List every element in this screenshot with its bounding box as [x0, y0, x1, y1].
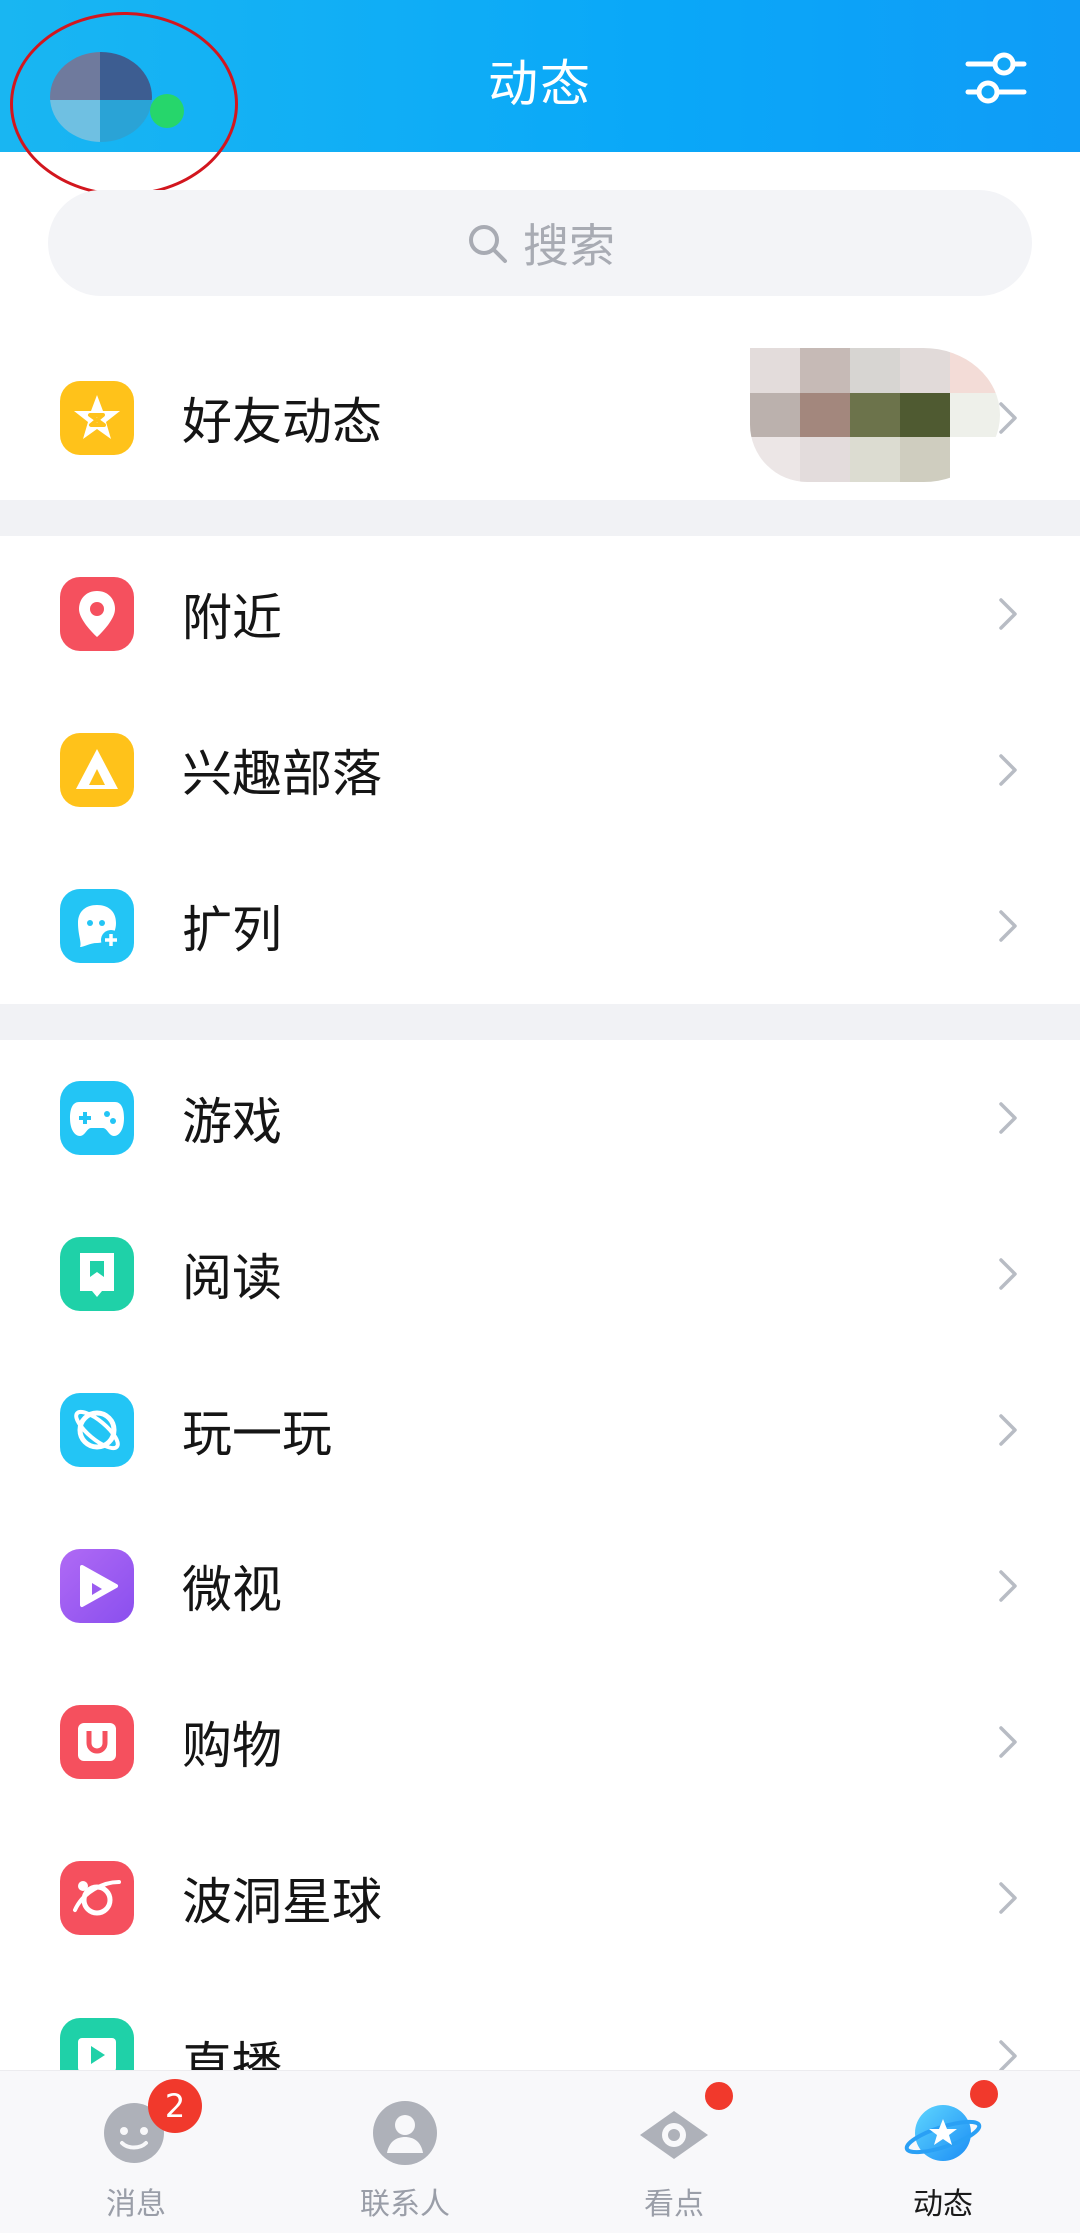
- chevron-right-icon: [999, 910, 1017, 942]
- gamepad-icon: [60, 1081, 134, 1155]
- menu-item-label: 兴趣部落: [182, 745, 382, 803]
- chevron-right-icon: [999, 754, 1017, 786]
- chevron-right-icon: [999, 1882, 1017, 1914]
- new-content-dot: [967, 2077, 1001, 2111]
- menu-item-bodong-planet[interactable]: 波洞星球: [0, 1820, 1080, 1976]
- tent-icon: [60, 733, 134, 807]
- menu-item-label: 好友动态: [182, 393, 382, 451]
- menu-item-expand-friends[interactable]: 扩列: [0, 848, 1080, 1004]
- tab-label: 动态: [913, 2187, 973, 2222]
- menu-item-label: 微视: [182, 1561, 282, 1619]
- qzone-star-icon: [60, 381, 134, 455]
- menu-item-interest-tribe[interactable]: 兴趣部落: [0, 692, 1080, 848]
- menu-item-label: 玩一玩: [182, 1405, 332, 1463]
- unread-badge: 2: [148, 2079, 202, 2133]
- add-friend-face-icon: [60, 889, 134, 963]
- menu-item-play[interactable]: 玩一玩: [0, 1352, 1080, 1508]
- menu-item-label: 扩列: [182, 901, 282, 959]
- tab-messages[interactable]: 2 消息: [56, 2071, 216, 2233]
- tab-contacts[interactable]: 联系人: [325, 2071, 485, 2233]
- chevron-right-icon: [999, 1414, 1017, 1446]
- tab-label: 消息: [106, 2187, 166, 2222]
- sliders-icon: [965, 52, 1027, 104]
- menu-item-label: 游戏: [182, 1093, 282, 1151]
- top-bar: 动态: [0, 0, 1080, 196]
- menu-item-nearby[interactable]: 附近: [0, 536, 1080, 692]
- search-bar[interactable]: 搜索: [48, 190, 1032, 296]
- section-divider: [0, 1004, 1080, 1040]
- tab-label: 看点: [644, 2187, 704, 2222]
- page-title: 动态: [488, 55, 592, 113]
- chevron-right-icon: [999, 1726, 1017, 1758]
- chevron-right-icon: [999, 1570, 1017, 1602]
- filter-settings-button[interactable]: [964, 46, 1028, 110]
- menu-item-games[interactable]: 游戏: [0, 1040, 1080, 1196]
- menu-item-label: 波洞星球: [182, 1873, 382, 1931]
- friend-feed-thumbnail: [750, 348, 1000, 482]
- video-play-icon: [60, 1549, 134, 1623]
- tab-kandian[interactable]: 看点: [594, 2071, 754, 2233]
- chevron-right-icon: [999, 598, 1017, 630]
- menu-item-shopping[interactable]: 购物: [0, 1664, 1080, 1820]
- chevron-right-icon: [999, 1102, 1017, 1134]
- search-icon: [469, 225, 507, 263]
- search-placeholder: 搜索: [523, 219, 615, 273]
- section-divider: [0, 500, 1080, 536]
- new-content-dot: [702, 2079, 736, 2113]
- comic-planet-icon: [60, 1861, 134, 1935]
- menu-item-label: 购物: [182, 1717, 282, 1775]
- menu-item-label: 阅读: [182, 1249, 282, 1307]
- shopping-bag-icon: [60, 1705, 134, 1779]
- tab-dynamics[interactable]: 动态: [863, 2071, 1023, 2233]
- location-pin-icon: [60, 577, 134, 651]
- tab-label: 联系人: [360, 2187, 450, 2222]
- chevron-right-icon: [999, 1258, 1017, 1290]
- menu-item-weishi[interactable]: 微视: [0, 1508, 1080, 1664]
- book-icon: [60, 1237, 134, 1311]
- contacts-icon: [373, 2101, 437, 2165]
- menu-item-label: 附近: [182, 589, 282, 647]
- menu-item-reading[interactable]: 阅读: [0, 1196, 1080, 1352]
- bottom-tab-bar: 2 消息 联系人 看点 动态: [0, 2070, 1080, 2233]
- planet-icon: [60, 1393, 134, 1467]
